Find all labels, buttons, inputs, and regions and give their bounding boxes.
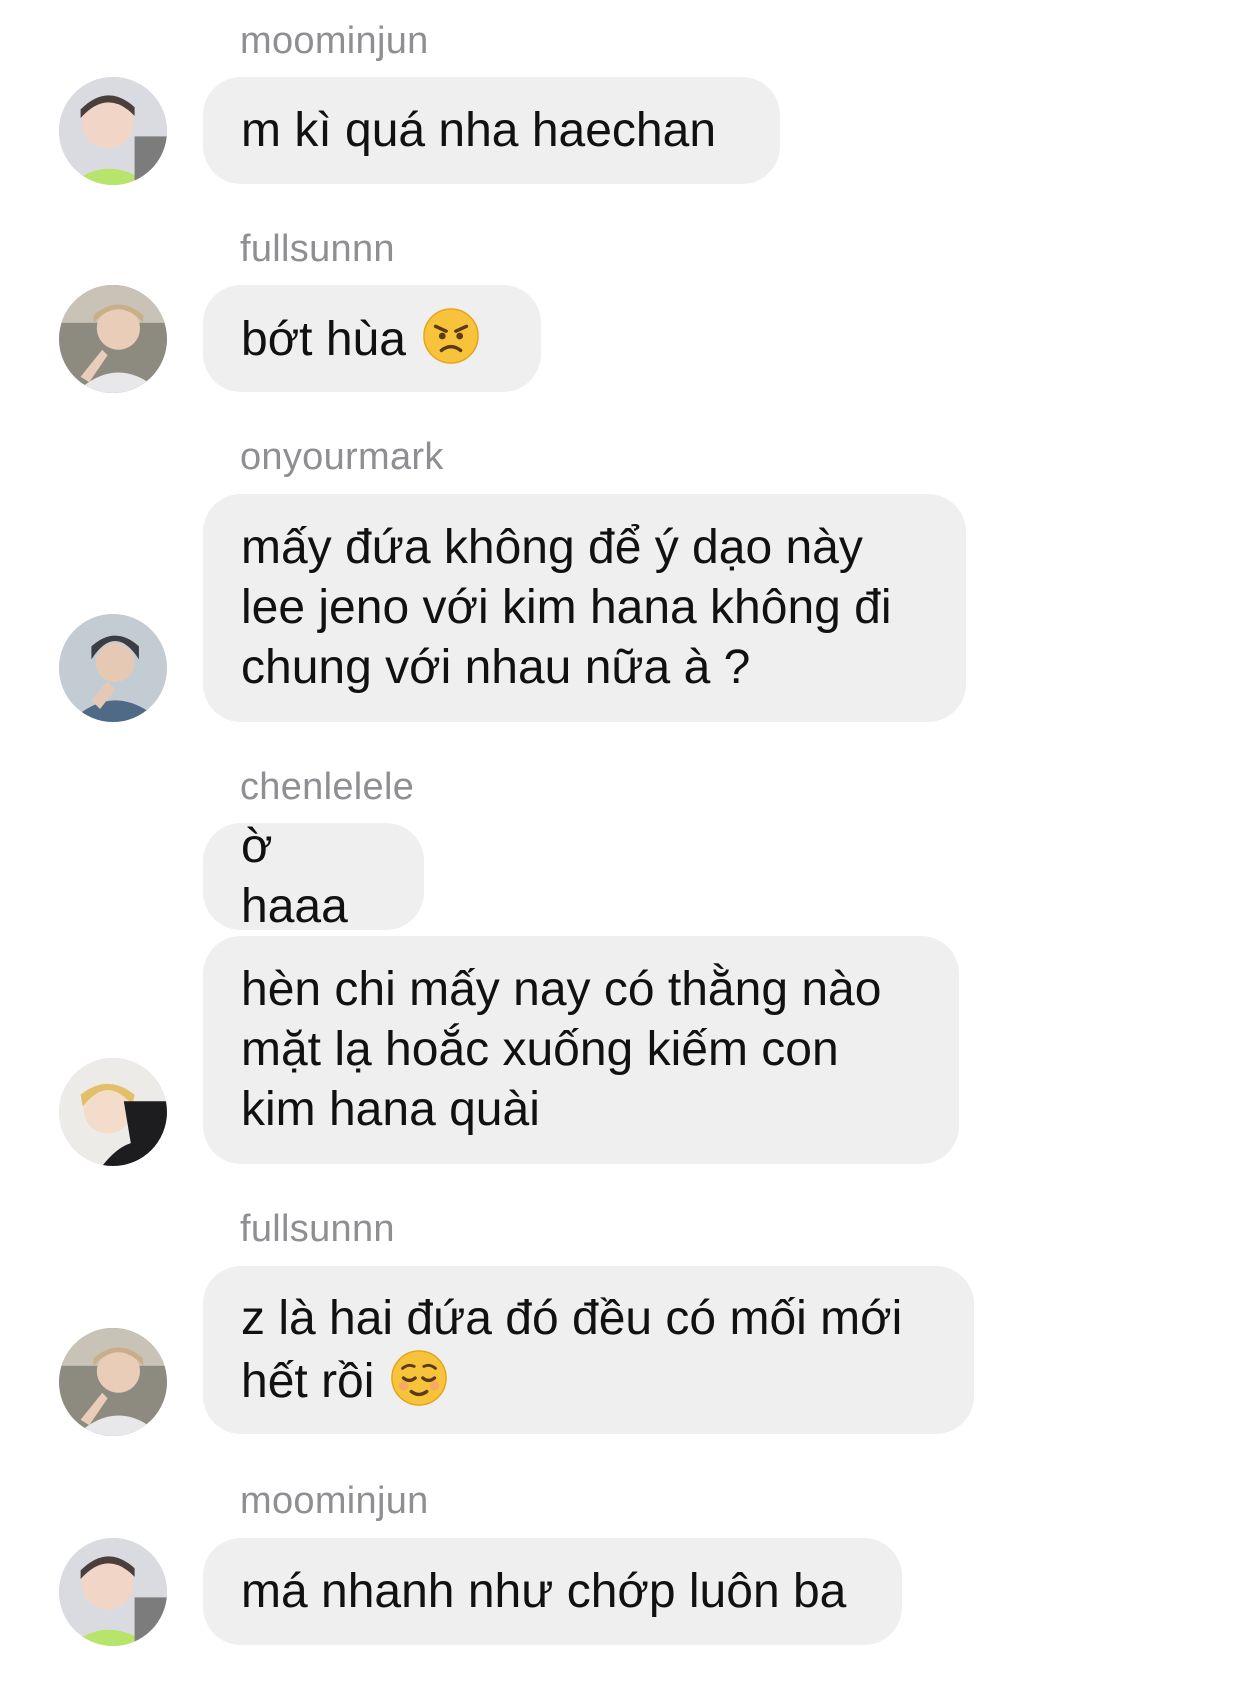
message-text: m kì quá nha haechan xyxy=(241,103,717,157)
message-bubble[interactable]: ờ haaa xyxy=(203,820,424,933)
avatar[interactable] xyxy=(59,1058,167,1166)
sender-name: onyourmark xyxy=(240,436,444,478)
message-text: bớt hùa xyxy=(241,307,480,370)
message-bubble[interactable]: mấy đứa không để ý dạo này lee jeno với … xyxy=(203,494,966,722)
angry-face-emoji xyxy=(422,307,480,365)
sender-name: fullsunnn xyxy=(240,1208,395,1250)
message-text: má nhanh như chớp luôn ba xyxy=(241,1564,847,1618)
message-text: ờ haaa xyxy=(241,819,348,933)
message-bubble[interactable]: bớt hùa xyxy=(203,285,541,392)
message-text: hèn chi mấy nay có thằng nào mặt lạ hoắc… xyxy=(241,963,882,1136)
avatar[interactable] xyxy=(59,77,167,185)
sender-name: chenlelele xyxy=(240,766,415,808)
message-text: mấy đứa không để ý dạo này lee jeno với … xyxy=(241,521,892,694)
avatar[interactable] xyxy=(59,614,167,722)
message-bubble[interactable]: z là hai đứa đó đều có mối mới hết rồi xyxy=(203,1266,974,1434)
avatar[interactable] xyxy=(59,1538,167,1646)
sender-name: moominjun xyxy=(240,20,429,62)
sender-name: moominjun xyxy=(240,1480,429,1522)
message-bubble[interactable]: hèn chi mấy nay có thằng nào mặt lạ hoắc… xyxy=(203,936,959,1164)
sender-name: fullsunnn xyxy=(240,228,395,270)
message-bubble[interactable]: má nhanh như chớp luôn ba xyxy=(203,1538,902,1645)
message-text: z là hai đứa đó đều có mối mới hết rồi xyxy=(241,1291,903,1408)
message-bubble[interactable]: m kì quá nha haechan xyxy=(203,77,780,184)
relieved-face-emoji xyxy=(390,1349,448,1407)
avatar[interactable] xyxy=(59,1328,167,1436)
avatar[interactable] xyxy=(59,285,167,393)
